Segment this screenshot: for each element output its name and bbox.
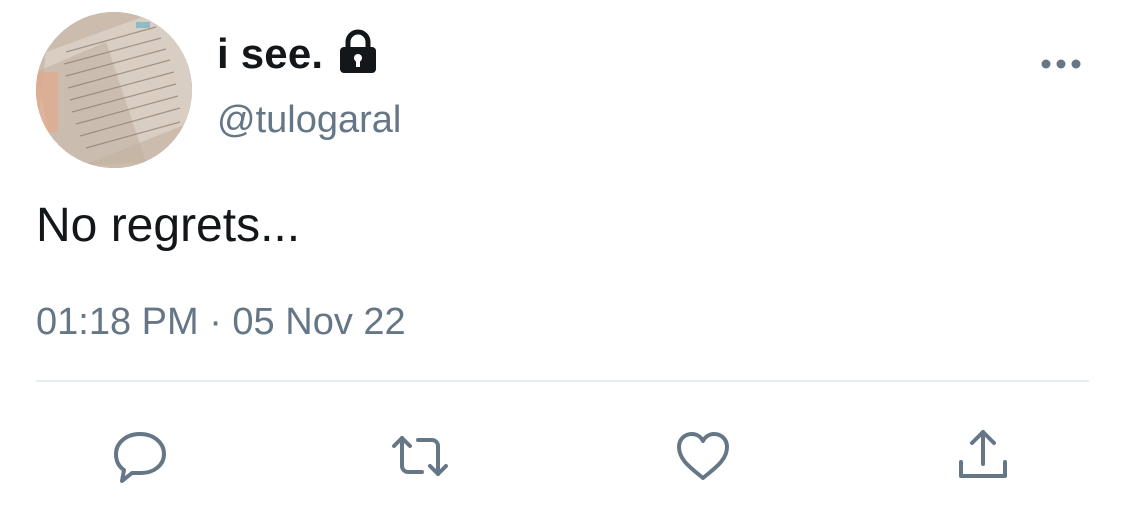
tweet-detail: i see. @tulogaral No regrets... 01:18 PM… — [0, 0, 1125, 521]
heart-icon[interactable] — [673, 426, 733, 486]
retweet-icon[interactable] — [390, 426, 450, 486]
divider — [36, 380, 1089, 382]
lock-icon — [340, 29, 376, 73]
display-name[interactable]: i see. — [217, 26, 323, 82]
share-icon[interactable] — [953, 426, 1013, 486]
more-dots-icon[interactable] — [1038, 50, 1084, 78]
timestamp[interactable]: 01:18 PM · 05 Nov 22 — [36, 296, 406, 348]
tweet-text: No regrets... — [36, 199, 301, 252]
reply-icon[interactable] — [110, 426, 170, 486]
handle[interactable]: @tulogaral — [217, 94, 401, 146]
avatar[interactable] — [36, 12, 192, 168]
